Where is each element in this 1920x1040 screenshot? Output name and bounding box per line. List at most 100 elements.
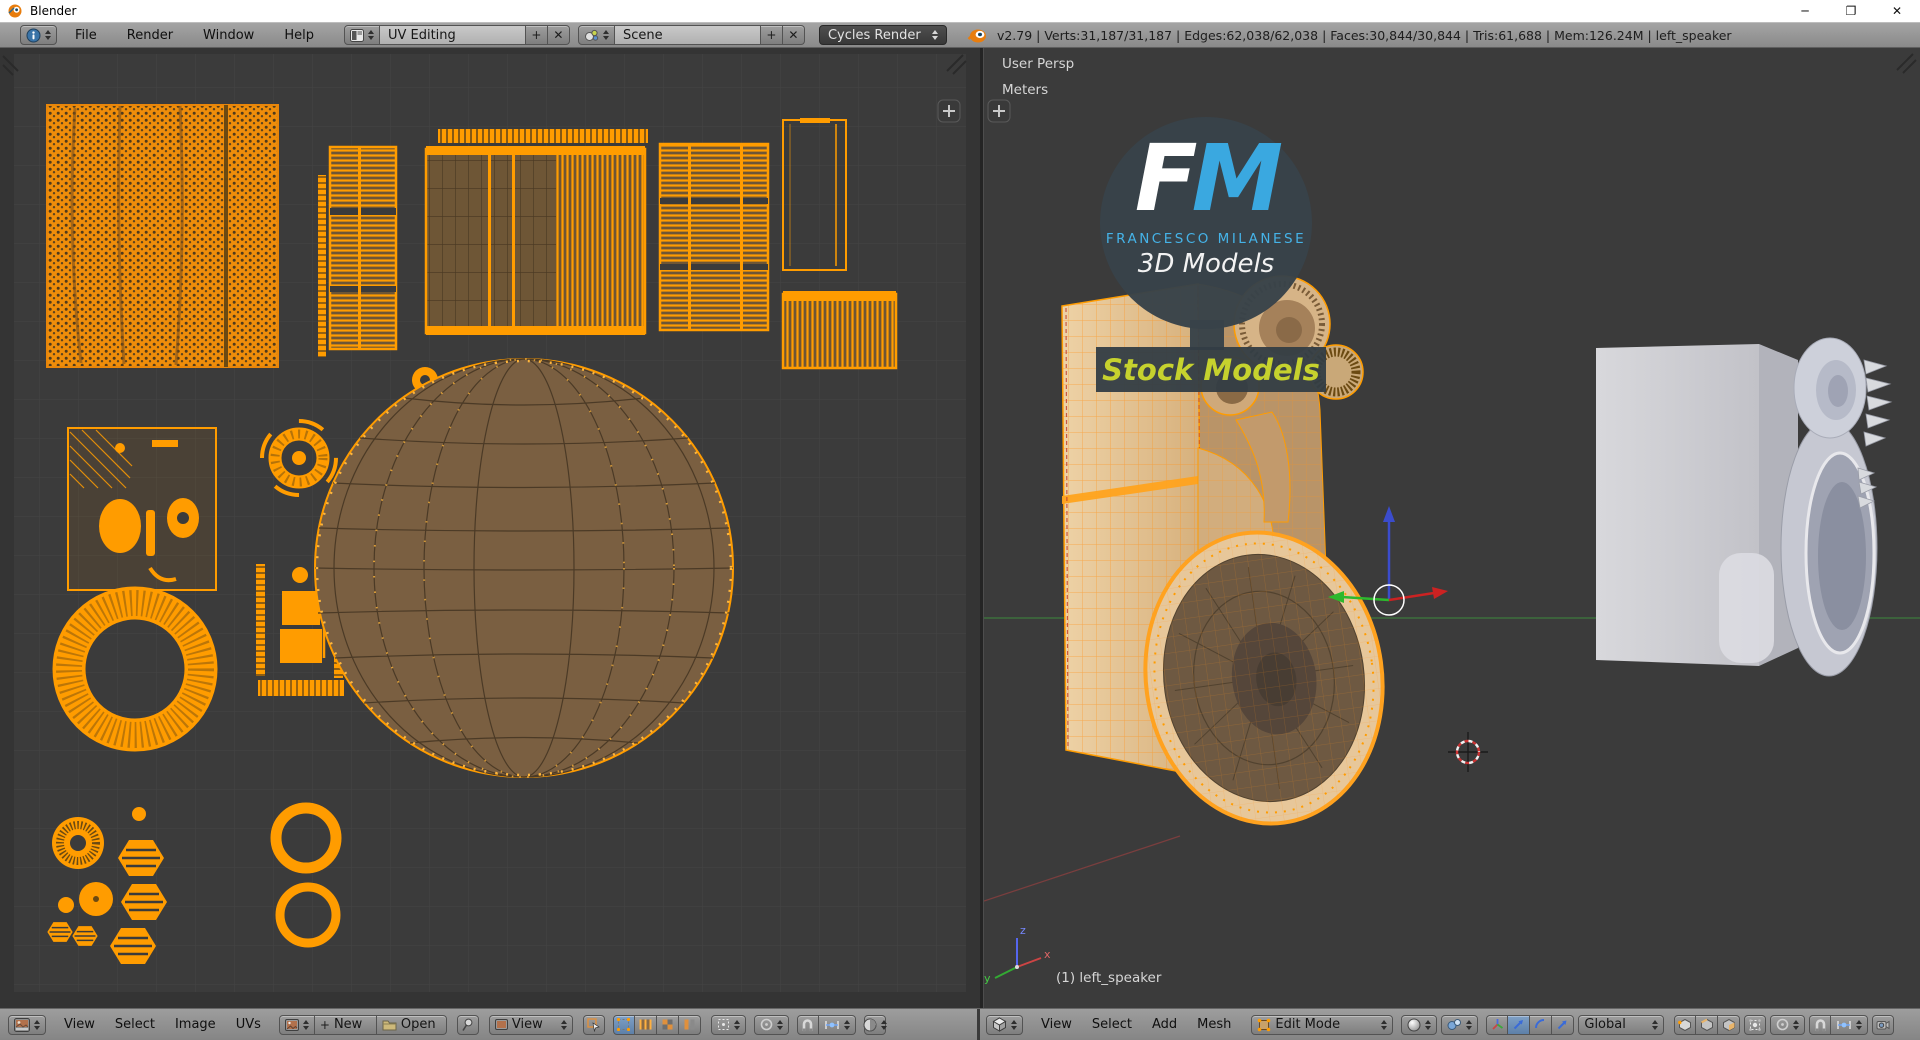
info-editor-icon xyxy=(26,28,41,43)
uv-island-dot[interactable] xyxy=(132,807,146,821)
view-mode-dropdown[interactable]: View xyxy=(488,1014,573,1035)
uv-editor-pane[interactable] xyxy=(0,48,980,1008)
uv-island-grill-column[interactable] xyxy=(328,145,398,351)
uv-island-sphere[interactable] xyxy=(314,358,734,778)
uv-select-mode-edge[interactable] xyxy=(634,1014,657,1035)
editor-type-button-info[interactable] xyxy=(20,25,57,45)
vp-menu-mesh[interactable]: Mesh xyxy=(1187,1017,1241,1032)
updown-arrows-icon xyxy=(602,30,609,40)
menu-file[interactable]: File xyxy=(65,28,107,43)
vp-menu-view[interactable]: View xyxy=(1031,1017,1082,1032)
island-select-icon xyxy=(683,1018,696,1031)
display-repeat-button[interactable] xyxy=(863,1014,887,1035)
viewport-units-label: Meters xyxy=(1002,82,1049,98)
new-image-button[interactable]: + New xyxy=(314,1014,377,1035)
uv-select-mode-vertex[interactable] xyxy=(612,1014,635,1035)
uv-select-mode-face[interactable] xyxy=(656,1014,679,1035)
vp-menu-add[interactable]: Add xyxy=(1142,1017,1187,1032)
pivot-icon xyxy=(1447,1018,1462,1031)
select-mode-vertex[interactable] xyxy=(1674,1014,1697,1035)
add-screen-layout-button[interactable]: + xyxy=(525,25,548,45)
active-object-label: (1) left_speaker xyxy=(1056,970,1162,986)
restore-button[interactable]: ❐ xyxy=(1828,0,1874,22)
edit-mode-icon xyxy=(1257,1018,1271,1032)
vp-menu-select[interactable]: Select xyxy=(1082,1017,1142,1032)
close-button[interactable]: ✕ xyxy=(1874,0,1920,22)
proportional-circle-icon xyxy=(760,1018,773,1031)
updown-arrows-icon xyxy=(776,1019,783,1030)
viewport-pane[interactable]: z x y User Persp Meters (1) left_speaker… xyxy=(983,48,1920,1008)
menu-help[interactable]: Help xyxy=(274,28,324,43)
transform-orientation-dropdown[interactable]: Global xyxy=(1578,1014,1665,1035)
viewport-shading-dropdown[interactable] xyxy=(1401,1014,1438,1035)
delete-scene-button[interactable]: ✕ xyxy=(782,25,805,45)
updown-arrows-icon xyxy=(880,1019,887,1030)
select-mode-face[interactable] xyxy=(1718,1014,1741,1035)
sticky-selection-dropdown[interactable] xyxy=(710,1014,746,1035)
pin-image-button[interactable] xyxy=(456,1014,479,1035)
add-scene-button[interactable]: + xyxy=(760,25,783,45)
window-title: Blender xyxy=(30,4,77,18)
occlude-geometry-toggle[interactable] xyxy=(1744,1014,1767,1035)
scene-name[interactable]: Scene xyxy=(614,25,761,45)
pane-corner-grip[interactable] xyxy=(1896,53,1917,74)
editor-type-button[interactable] xyxy=(8,1014,46,1035)
uv-island-small-grid[interactable] xyxy=(781,291,898,370)
screen-layout-icon xyxy=(349,28,364,42)
screen-layout-browse-button[interactable] xyxy=(343,25,380,45)
opengl-render-button[interactable] xyxy=(1872,1014,1895,1035)
right-speaker-object[interactable] xyxy=(1596,337,1893,677)
uv-island-top-strip[interactable] xyxy=(438,129,648,143)
uv-island-driver-plate[interactable] xyxy=(67,427,217,591)
split-area-handle[interactable] xyxy=(937,99,961,123)
uv-island-front-baffle[interactable] xyxy=(424,146,647,335)
new-image-label: New xyxy=(333,1017,363,1032)
pivot-center-dropdown[interactable] xyxy=(1441,1014,1479,1035)
render-camera-icon xyxy=(1876,1019,1890,1031)
uv-island-strip[interactable] xyxy=(318,175,326,357)
minimize-button[interactable]: ─ xyxy=(1782,0,1828,22)
manipulator-rotate[interactable] xyxy=(1530,1014,1553,1035)
uv-sync-selection-toggle[interactable] xyxy=(582,1014,605,1035)
3d-view-editor-icon xyxy=(992,1017,1007,1032)
select-mode-edge[interactable] xyxy=(1696,1014,1719,1035)
render-engine-dropdown[interactable]: Cycles Render xyxy=(818,25,947,45)
uv-select-mode-island[interactable] xyxy=(678,1014,701,1035)
image-browse-button[interactable] xyxy=(278,1014,315,1035)
screen-layout-name[interactable]: UV Editing xyxy=(379,25,526,45)
uv-island-grill-column-2[interactable] xyxy=(658,142,770,332)
editor-type-button[interactable] xyxy=(986,1014,1023,1035)
snap-group xyxy=(1809,1014,1869,1035)
uv-menu-view[interactable]: View xyxy=(54,1017,105,1032)
axis-x-label: x xyxy=(1044,948,1051,961)
uv-island-gear-hub[interactable] xyxy=(52,817,104,869)
proportional-edit-dropdown[interactable] xyxy=(1770,1014,1806,1035)
snap-element-dropdown[interactable] xyxy=(818,1014,856,1035)
uv-island-knob[interactable] xyxy=(79,882,113,916)
snap-toggle[interactable] xyxy=(1809,1014,1832,1035)
uv-island-cabinet-shell[interactable] xyxy=(46,104,279,368)
snap-element-dropdown[interactable] xyxy=(1831,1014,1869,1035)
manipulator-translate[interactable] xyxy=(1508,1014,1531,1035)
uv-menu-select[interactable]: Select xyxy=(105,1017,165,1032)
manipulator-scale[interactable] xyxy=(1552,1014,1575,1035)
uv-menu-image[interactable]: Image xyxy=(165,1017,226,1032)
scene-browse-button[interactable] xyxy=(577,25,615,45)
uv-island-dot-small[interactable] xyxy=(58,897,74,913)
updown-arrows-icon xyxy=(843,1019,850,1030)
uv-editor-header: View Select Image UVs + New Open View xyxy=(0,1009,980,1040)
split-area-handle[interactable] xyxy=(987,99,1011,123)
menu-window[interactable]: Window xyxy=(193,28,264,43)
delete-screen-layout-button[interactable]: ✕ xyxy=(547,25,570,45)
snap-toggle[interactable] xyxy=(796,1014,819,1035)
menu-render[interactable]: Render xyxy=(117,28,183,43)
proportional-edit-dropdown[interactable] xyxy=(753,1014,789,1035)
manipulator-toggle[interactable] xyxy=(1486,1014,1509,1035)
updown-arrows-icon xyxy=(1466,1019,1473,1030)
3d-cursor[interactable] xyxy=(1448,732,1488,772)
updown-arrows-icon xyxy=(302,1019,309,1030)
uv-menu-uvs[interactable]: UVs xyxy=(226,1017,271,1032)
mode-label: Edit Mode xyxy=(1275,1017,1341,1032)
open-image-button[interactable]: Open xyxy=(376,1014,447,1035)
mode-dropdown[interactable]: Edit Mode xyxy=(1251,1014,1394,1035)
